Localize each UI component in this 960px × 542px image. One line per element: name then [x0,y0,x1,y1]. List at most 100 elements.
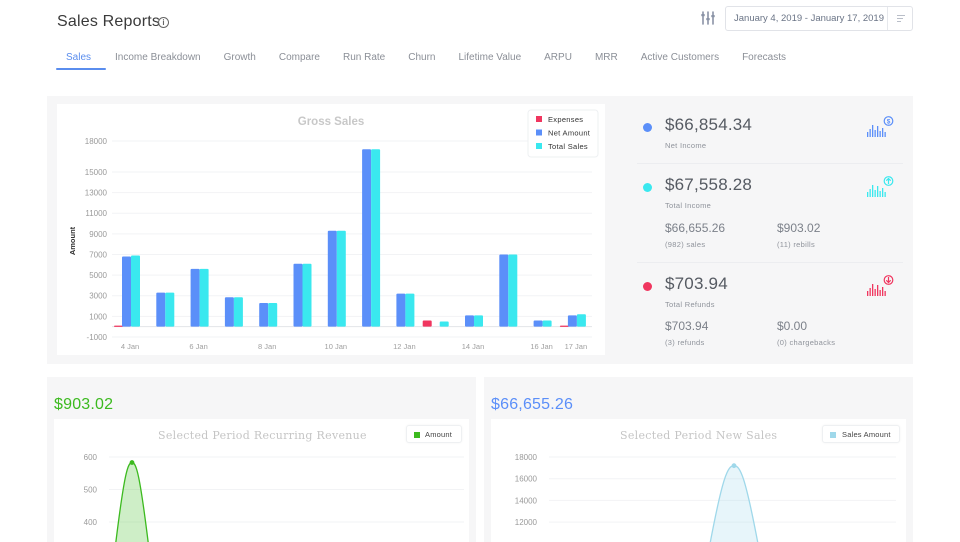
bar-expenses[interactable] [422,320,432,327]
tab-churn[interactable]: Churn [407,50,436,70]
tab-lifetime-value[interactable]: Lifetime Value [458,50,523,70]
bar-total-sales[interactable] [302,263,312,327]
bar-chart-dollar-icon: $ [867,116,894,137]
info-circle-icon[interactable]: i [158,17,169,28]
y-tick-label: 9000 [89,230,107,239]
y-tick-label: 500 [84,486,98,495]
recurring-chart-card: Selected Period Recurring Revenue Amount… [54,419,469,542]
y-tick-label: 18000 [85,137,108,146]
y-tick-label: 18000 [515,453,538,462]
recurring-revenue-chart: 600 500 400 [84,453,464,542]
total-refunds-dot [643,282,652,291]
x-tick-label: 4 Jan [121,342,139,351]
chargebacks-count: (0) chargebacks [777,338,836,347]
page-title: Sales Reports [57,13,161,30]
y-tick-label: 13000 [85,189,108,198]
total-refunds-label: Total Refunds [665,300,715,309]
date-range-text[interactable]: January 4, 2019 - January 17, 2019 [734,13,884,24]
tab-compare[interactable]: Compare [278,50,321,70]
bar-total-sales[interactable] [439,321,449,327]
legend-swatch [536,129,542,136]
recurring-revenue-section: $903.02 Selected Period Recurring Revenu… [47,377,476,542]
bar-chart-down-icon [867,275,894,296]
bar-total-sales[interactable] [336,230,346,327]
chart-title: Gross Sales [298,116,364,128]
chargebacks-amount: $0.00 [777,319,808,333]
refunds-amount: $703.94 [665,319,709,333]
bar-net-amount[interactable] [499,254,509,327]
y-tick-label: 7000 [89,250,107,259]
bar-total-sales[interactable] [268,302,278,327]
rebills-count: (11) rebills [777,240,816,249]
bar-net-amount[interactable] [327,230,337,327]
legend-swatch [536,116,542,122]
net-income-value: $66,854.34 [665,115,753,134]
sliders-icon[interactable] [700,10,716,26]
date-picker-divider [887,7,888,30]
tab-growth[interactable]: Growth [223,50,257,70]
net-income-label: Net Income [665,141,707,150]
legend-swatch [536,143,542,149]
bar-net-amount[interactable] [259,302,269,327]
total-income-stat: $67,558.28 Total Income $66,655.26 (982)… [627,164,903,262]
bar-net-amount[interactable] [567,315,577,327]
y-tick-label: 12000 [515,518,538,527]
chart-legend: Expenses Net Amount Total Sales [527,109,599,158]
y-tick-label: 5000 [89,271,107,280]
sales-amount: $66,655.26 [665,221,726,235]
bar-net-amount[interactable] [533,320,543,327]
y-tick-label: 11000 [85,209,107,218]
total-refunds-stat: $703.94 Total Refunds $703.94 (3) refund… [627,263,903,360]
bar-net-amount[interactable] [293,263,303,327]
bar-net-amount[interactable] [122,256,131,327]
bar-net-amount[interactable] [190,268,200,327]
bar-total-sales[interactable] [233,297,243,327]
bar-chart-up-icon [867,176,894,197]
bar-total-sales[interactable] [165,292,175,327]
net-income-stat: $66,854.34 Net Income $ [627,104,903,164]
menu-lines-icon[interactable] [897,15,905,22]
rebills-amount: $903.02 [777,221,821,235]
bar-total-sales[interactable] [131,255,140,327]
x-tick-label: 17 Jan [565,342,588,351]
total-income-value: $67,558.28 [665,175,753,194]
total-income-dot [643,183,652,192]
new-sales-chart: 18000 16000 14000 12000 [515,453,896,542]
tab-income-breakdown[interactable]: Income Breakdown [114,50,202,70]
x-tick-label: 10 Jan [325,342,348,351]
tab-arpu[interactable]: ARPU [543,50,573,70]
bar-total-sales[interactable] [542,320,552,327]
bar-net-amount[interactable] [465,315,474,327]
bar-net-amount[interactable] [224,297,234,327]
bar-total-sales[interactable] [199,268,209,327]
new-sales-chart-card: Selected Period New Sales Sales Amount 1… [491,419,906,542]
sales-reports-page: Sales Reports i January 4, 2019 - Januar… [0,0,960,542]
bar-expenses[interactable] [114,325,123,327]
date-range-picker[interactable]: January 4, 2019 - January 17, 2019 [725,6,913,31]
refunds-count: (3) refunds [665,338,705,347]
tab-active-customers[interactable]: Active Customers [640,50,720,70]
tab-sales[interactable]: Sales [55,50,107,70]
total-refunds-value: $703.94 [665,274,728,293]
area-fill [115,461,149,542]
bar-total-sales[interactable] [371,149,381,327]
bar-net-amount[interactable] [156,292,166,327]
bar-total-sales[interactable] [576,314,586,327]
data-point [731,463,737,469]
tab-run-rate[interactable]: Run Rate [342,50,386,70]
net-income-dot [643,123,652,132]
svg-text:$: $ [887,119,891,126]
bar-total-sales[interactable] [508,254,518,327]
y-tick-label: -1000 [87,333,108,342]
bar-total-sales[interactable] [405,293,415,327]
gross-sales-chart: Gross Sales Amount 18000 15000 13000 11000 9… [68,109,599,351]
tab-forecasts[interactable]: Forecasts [741,50,787,70]
new-sales-value: $66,655.26 [491,396,574,413]
bar-net-amount[interactable] [362,149,372,327]
legend-label: Total Sales [548,142,588,151]
bar-net-amount[interactable] [396,293,406,327]
bar-expenses[interactable] [559,325,569,327]
tab-mrr[interactable]: MRR [594,50,619,70]
bar-total-sales[interactable] [474,315,483,327]
area-fill [709,465,759,542]
